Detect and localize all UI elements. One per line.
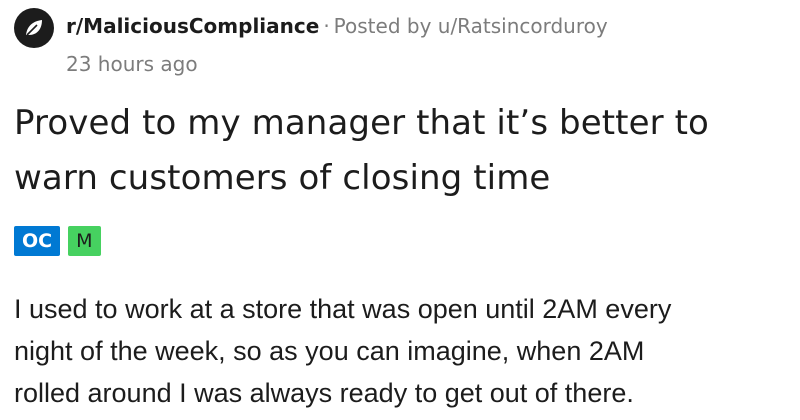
subreddit-avatar-icon[interactable] <box>14 8 54 48</box>
post-timestamp[interactable]: 23 hours ago <box>66 50 198 78</box>
post-body-line: rolled around I was always ready to get … <box>14 378 634 408</box>
post-title-line: Proved to my manager that it’s better to <box>14 103 709 143</box>
subreddit-link[interactable]: r/MaliciousCompliance <box>66 14 319 38</box>
flair-m-badge[interactable]: M <box>68 226 101 256</box>
post-body-line: I used to work at a store that was open … <box>14 294 672 324</box>
leaf-icon <box>26 20 42 36</box>
username-link[interactable]: u/Ratsincorduroy <box>438 14 608 38</box>
post-meta: r/MaliciousCompliance · Posted by u/Ratsin… <box>66 12 608 40</box>
post-title[interactable]: Proved to my manager that it’s better to… <box>14 96 794 206</box>
post-flairs: OC M <box>14 226 101 256</box>
posted-by-label: Posted by <box>333 14 432 38</box>
meta-separator: · <box>323 14 330 38</box>
reddit-post: r/MaliciousCompliance · Posted by u/Ratsin… <box>0 0 800 420</box>
flair-oc-badge[interactable]: OC <box>14 226 61 256</box>
post-title-line: warn customers of closing time <box>14 158 551 198</box>
post-body-line: night of the week, so as you can imagine… <box>14 336 645 366</box>
post-header: r/MaliciousCompliance · Posted by u/Ratsin… <box>14 6 794 80</box>
post-body: I used to work at a store that was open … <box>14 288 794 414</box>
